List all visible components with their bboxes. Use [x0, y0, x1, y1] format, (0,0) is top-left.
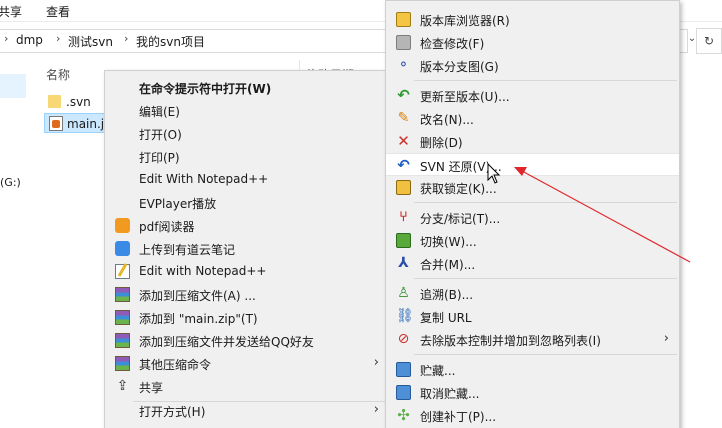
- branch-icon: ⑂: [399, 209, 408, 225]
- chevron-right-icon: ›: [124, 32, 129, 45]
- delete-icon: ✕: [397, 132, 410, 150]
- chevron-right-icon: ›: [4, 32, 9, 45]
- update-icon: ↶: [397, 86, 410, 104]
- nav-selected-item[interactable]: [0, 74, 26, 98]
- menu-item-merge[interactable]: ⅄ 合并(M)...: [386, 252, 679, 275]
- patch-icon: ✣: [397, 406, 410, 424]
- link-icon: ⛓: [396, 308, 414, 324]
- chevron-right-icon: ›: [56, 32, 61, 45]
- menu-item-youdao-note[interactable]: 上传到有道云笔记: [105, 237, 389, 260]
- menu-item-add-to-archive[interactable]: 添加到压缩文件(A) ...: [105, 283, 389, 306]
- menu-item-other-compress[interactable]: 其他压缩命令 ›: [105, 352, 389, 375]
- menu-item-rename[interactable]: ✎ 改名(N)...: [386, 107, 679, 130]
- winrar-icon: [115, 287, 130, 302]
- ribbon-tab-share[interactable]: 共享: [0, 3, 22, 20]
- mouse-cursor-icon: [487, 163, 501, 184]
- menu-separator: [414, 202, 677, 203]
- chevron-right-icon: ›: [373, 402, 379, 417]
- menu-item-share[interactable]: ⇪ 共享: [105, 375, 389, 398]
- share-icon: ⇪: [116, 378, 129, 394]
- file-name: .svn: [66, 95, 91, 109]
- menu-separator: [414, 80, 677, 81]
- breadcrumb-dmp[interactable]: dmp: [16, 33, 43, 47]
- menu-item-shelve[interactable]: 贮藏...: [386, 358, 679, 381]
- breadcrumb-test-svn[interactable]: 测试svn: [68, 33, 113, 50]
- menu-item-revision-graph[interactable]: ⚬ 版本分支图(G): [386, 54, 679, 77]
- revision-graph-icon: ⚬: [397, 57, 410, 73]
- winrar-icon: [115, 310, 130, 325]
- file-row-svn-folder[interactable]: .svn: [44, 92, 104, 112]
- tortoisesvn-submenu: 版本库浏览器(R) 检查修改(F) ⚬ 版本分支图(G) ↶ 更新至版本(U).…: [385, 0, 680, 428]
- menu-item-repo-browser[interactable]: 版本库浏览器(R): [386, 8, 679, 31]
- breadcrumb-project[interactable]: 我的svn项目: [136, 33, 205, 50]
- winrar-icon: [115, 356, 130, 371]
- column-header-name[interactable]: 名称: [46, 66, 70, 83]
- file-row-main-js[interactable]: main.js: [44, 113, 110, 133]
- blame-icon: ♙: [397, 285, 410, 301]
- menu-item-delete[interactable]: ✕ 删除(D): [386, 130, 679, 153]
- menu-item-edit[interactable]: 编辑(E): [105, 99, 389, 122]
- navigation-pane: [0, 58, 28, 428]
- pdf-reader-icon: [115, 218, 130, 233]
- menu-item-edit-notepadpp-1[interactable]: Edit With Notepad++: [105, 168, 389, 191]
- shelve-icon: [396, 362, 411, 377]
- unshelve-icon: [396, 385, 411, 400]
- menu-item-create-patch[interactable]: ✣ 创建补丁(P)...: [386, 404, 679, 427]
- menu-item-pdf-reader[interactable]: pdf阅读器: [105, 214, 389, 237]
- ignore-icon: ⊘: [397, 331, 410, 347]
- js-file-icon: [49, 116, 63, 131]
- chevron-right-icon: ›: [373, 355, 379, 370]
- nav-drive-g[interactable]: (G:): [0, 176, 21, 189]
- menu-separator: [414, 278, 677, 279]
- winrar-icon: [115, 333, 130, 348]
- menu-separator: [414, 354, 677, 355]
- ribbon-tab-view[interactable]: 查看: [46, 3, 70, 20]
- switch-icon: [396, 233, 411, 248]
- menu-item-print[interactable]: 打印(P): [105, 145, 389, 168]
- notepadpp-icon: [115, 264, 130, 279]
- menu-item-open[interactable]: 打开(O): [105, 122, 389, 145]
- menu-item-svn-revert[interactable]: ↶ SVN 还原(V)...: [386, 153, 679, 176]
- menu-item-add-to-main-zip[interactable]: 添加到 "main.zip"(T): [105, 306, 389, 329]
- menu-item-blame[interactable]: ♙ 追溯(B)...: [386, 282, 679, 305]
- refresh-icon[interactable]: ↻: [696, 28, 722, 54]
- menu-item-unshelve[interactable]: 取消贮藏...: [386, 381, 679, 404]
- menu-item-switch[interactable]: 切换(W)...: [386, 229, 679, 252]
- repo-browser-icon: [396, 12, 411, 27]
- menu-item-copy-url[interactable]: ⛓ 复制 URL: [386, 305, 679, 328]
- check-modifications-icon: [396, 35, 411, 50]
- chevron-right-icon: ›: [663, 331, 669, 346]
- menu-item-edit-notepadpp-2[interactable]: Edit with Notepad++: [105, 260, 389, 283]
- menu-item-branch-tag[interactable]: ⑂ 分支/标记(T)...: [386, 206, 679, 229]
- menu-item-unversion-ignore[interactable]: ⊘ 去除版本控制并增加到忽略列表(I) ›: [386, 328, 679, 351]
- merge-icon: ⅄: [398, 255, 409, 271]
- menu-item-get-lock[interactable]: 获取锁定(K)...: [386, 176, 679, 199]
- revert-icon: ↶: [397, 156, 410, 174]
- youdao-note-icon: [115, 241, 130, 256]
- menu-item-open-in-cmd[interactable]: 在命令提示符中打开(W): [105, 76, 389, 99]
- menu-item-evplayer[interactable]: EVPlayer播放: [105, 191, 389, 214]
- menu-item-open-with[interactable]: 打开方式(H) ›: [105, 399, 389, 422]
- menu-item-check-modifications[interactable]: 检查修改(F): [386, 31, 679, 54]
- menu-item-update-to-revision[interactable]: ↶ 更新至版本(U)...: [386, 84, 679, 107]
- folder-icon: [48, 95, 61, 108]
- rename-icon: ✎: [397, 110, 410, 126]
- menu-item-archive-send-qq[interactable]: 添加到压缩文件并发送给QQ好友: [105, 329, 389, 352]
- lock-icon: [396, 180, 411, 195]
- shell-context-menu: 在命令提示符中打开(W) 编辑(E) 打开(O) 打印(P) Edit With…: [104, 70, 390, 428]
